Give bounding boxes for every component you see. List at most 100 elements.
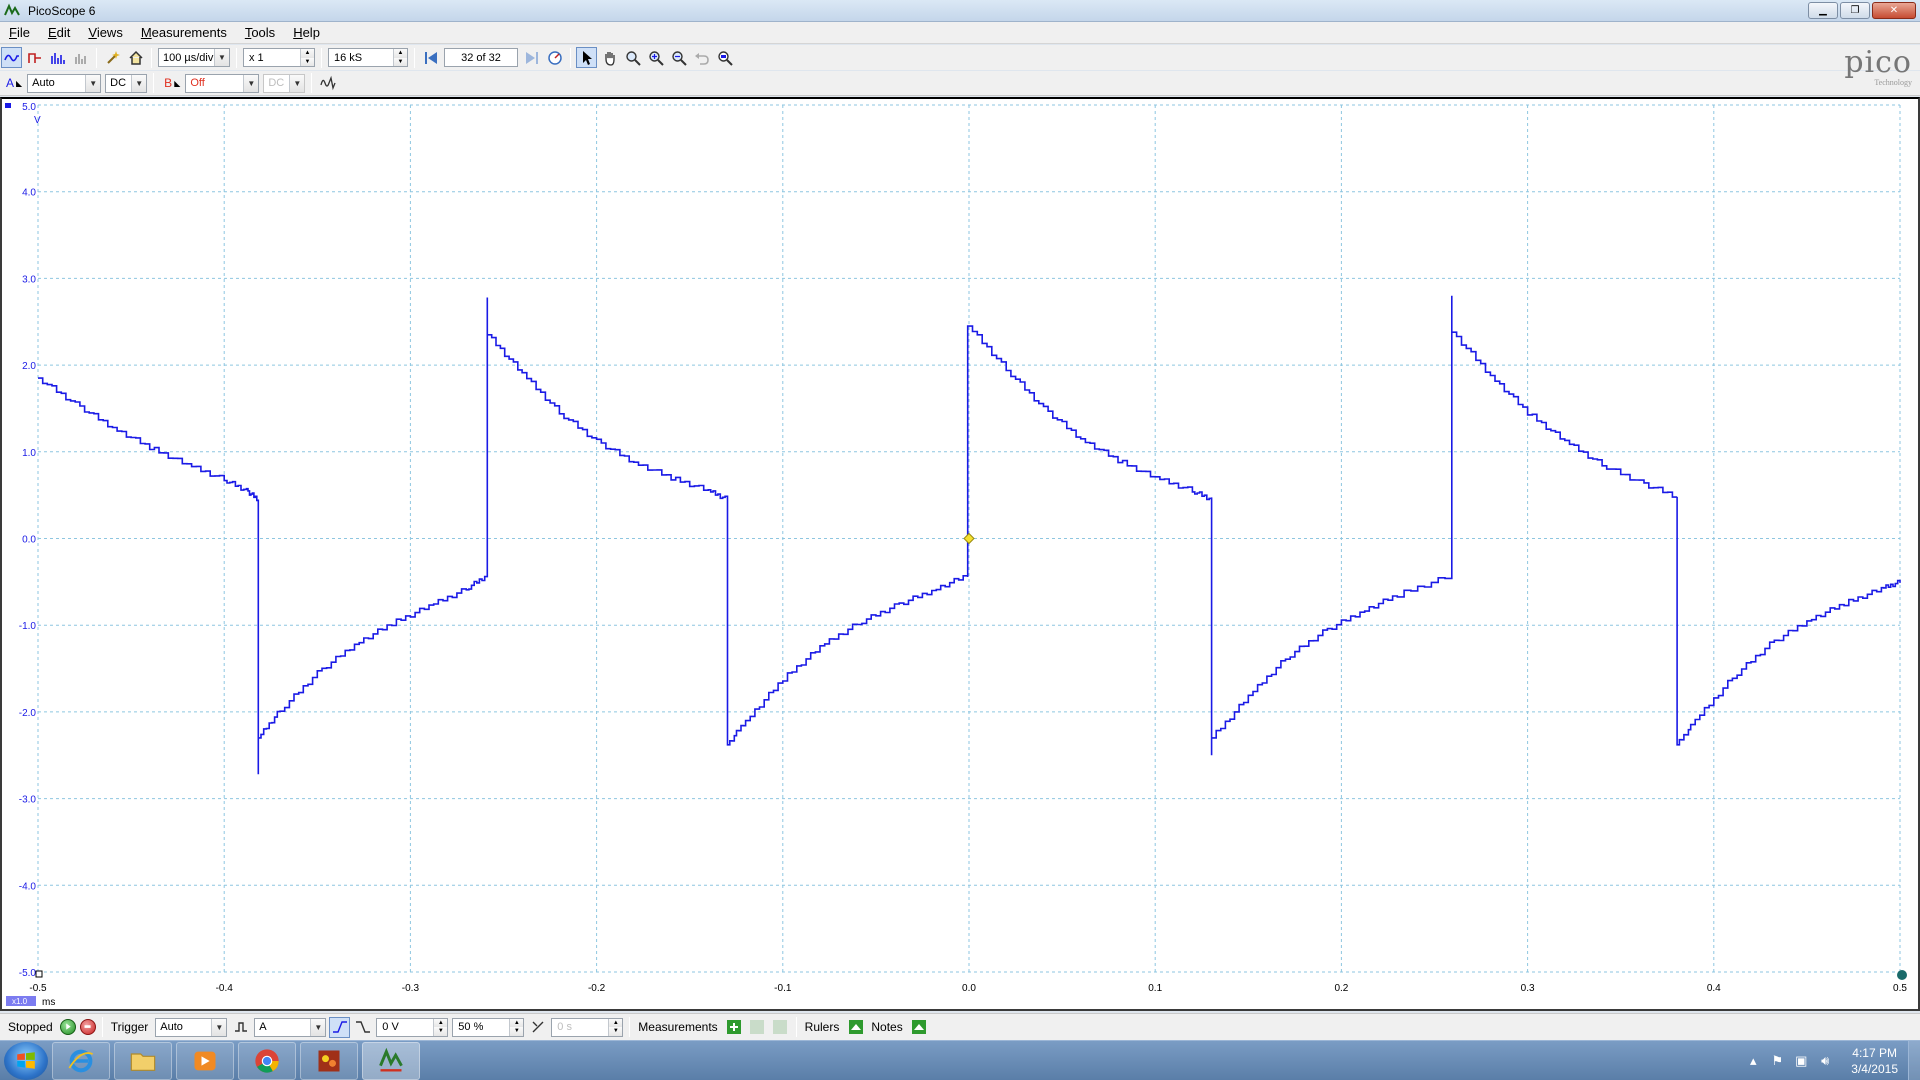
delay-stepper[interactable]: 0 s ▲ ▼: [551, 1017, 624, 1037]
trigger-level-stepper[interactable]: 0 V ▲ ▼: [376, 1017, 449, 1037]
zoom-out-button[interactable]: [668, 47, 689, 68]
scope-view[interactable]: 5.0 4.0 3.0 2.0 1.0 0.0 -1.0 -2.0 -3.0 -4.0 -5.0 -…: [0, 97, 1920, 1011]
spin-up-icon[interactable]: ▲: [394, 49, 407, 58]
channel-b-options-button[interactable]: B ◣: [164, 76, 180, 90]
zoom-stepper[interactable]: x 1 ▲ ▼: [243, 48, 315, 67]
menu-accelerator-key: H: [293, 25, 303, 40]
spin-up-icon[interactable]: ▲: [434, 1018, 448, 1027]
timebase-select[interactable]: 100 µs/div ▼: [158, 48, 230, 67]
play-icon: [65, 1023, 71, 1030]
close-icon: ✕: [1889, 5, 1899, 16]
spectrum-persistence-button[interactable]: [70, 47, 91, 68]
chevron-down-icon: ▼: [310, 1018, 326, 1036]
rulers-button[interactable]: [845, 1017, 866, 1038]
internet-explorer-icon: [68, 1049, 93, 1072]
notes-button[interactable]: [909, 1017, 930, 1038]
y-tick-label: 1.0: [22, 448, 36, 459]
select-tool-button[interactable]: [576, 47, 597, 68]
delete-measurement-button[interactable]: [770, 1017, 791, 1038]
close-button[interactable]: ✕: [1872, 2, 1916, 19]
spin-down-icon[interactable]: ▼: [434, 1027, 448, 1036]
undo-zoom-button[interactable]: [691, 47, 712, 68]
buffer-overview-button[interactable]: [544, 47, 565, 68]
zoom-in-button[interactable]: [645, 47, 666, 68]
zoom-handle[interactable]: [35, 970, 43, 978]
axis-origin-handle[interactable]: [1897, 970, 1907, 980]
zoom-area-button[interactable]: [622, 47, 643, 68]
auto-setup-button[interactable]: [102, 47, 123, 68]
post-trigger-delay-button[interactable]: [527, 1017, 548, 1038]
trigger-mode-select[interactable]: Auto ▼: [155, 1017, 228, 1037]
menu-file[interactable]: File: [0, 25, 39, 40]
trigger-source-select[interactable]: A ▼: [254, 1017, 327, 1037]
spin-up-icon[interactable]: ▲: [510, 1018, 524, 1027]
taskbar-file-explorer[interactable]: [114, 1041, 172, 1080]
undo-icon: [694, 52, 709, 65]
spectrum-mode-button[interactable]: [47, 47, 68, 68]
falling-edge-icon: [355, 1021, 370, 1033]
start-button-windows[interactable]: [4, 1041, 48, 1080]
default-setup-button[interactable]: [125, 47, 146, 68]
taskbar-clock[interactable]: 4:17 PM 3/4/2015: [1851, 1045, 1898, 1077]
edit-measurement-button[interactable]: [747, 1017, 768, 1038]
add-measurement-button[interactable]: [724, 1017, 745, 1038]
channel-b-range-select[interactable]: Off ▼: [185, 73, 260, 93]
action-center-flag-icon[interactable]: ⚑: [1768, 1053, 1786, 1069]
spin-down-icon[interactable]: ▼: [394, 57, 407, 66]
taskbar-media-player[interactable]: [176, 1041, 234, 1080]
pretrigger-stepper[interactable]: 50 % ▲ ▼: [452, 1017, 525, 1037]
samples-stepper[interactable]: 16 kS ▲ ▼: [328, 48, 408, 67]
spin-up-icon[interactable]: ▲: [609, 1018, 623, 1027]
axis-handle-icon[interactable]: [5, 103, 11, 108]
channel-a-coupling-select[interactable]: DC ▼: [105, 73, 148, 93]
buffer-navigator[interactable]: 32 of 32: [444, 48, 518, 67]
signal-generator-button[interactable]: [317, 73, 338, 94]
channel-a-options-button[interactable]: A ◣: [6, 76, 22, 90]
channel-b-coupling-select[interactable]: DC ▼: [263, 73, 306, 93]
scope-graph[interactable]: 5.0 4.0 3.0 2.0 1.0 0.0 -1.0 -2.0 -3.0 -4.0 -5.0 -…: [2, 99, 1918, 1009]
next-buffer-button[interactable]: [521, 47, 542, 68]
persistence-mode-button[interactable]: [24, 47, 45, 68]
menu-tools[interactable]: Tools: [236, 25, 284, 40]
channel-options-icon: ◣: [174, 78, 181, 88]
title-bar: PicoScope 6 ▁ ❐ ✕: [0, 0, 1920, 22]
y-tick-label: 5.0: [22, 102, 36, 113]
spin-down-icon[interactable]: ▼: [510, 1027, 524, 1036]
scope-mode-button[interactable]: [1, 47, 22, 68]
edit-icon: [750, 1020, 765, 1034]
zoom-overview-button[interactable]: [714, 47, 735, 68]
x-tick-label: 0.4: [1707, 983, 1721, 994]
taskbar-picoscope[interactable]: [362, 1041, 420, 1080]
restore-button[interactable]: ❐: [1840, 2, 1870, 19]
windows-logo-icon: [17, 1051, 35, 1069]
status-bar: Stopped Trigger Auto ▼ A ▼ 0 V ▲ ▼ 50 % ▲…: [0, 1013, 1920, 1040]
menu-views[interactable]: Views: [79, 25, 131, 40]
stop-button[interactable]: [79, 1019, 96, 1035]
taskbar-chrome[interactable]: [238, 1041, 296, 1080]
rising-edge-button[interactable]: [329, 1016, 351, 1038]
trigger-marker[interactable]: [963, 532, 975, 545]
spin-up-icon[interactable]: ▲: [301, 49, 314, 58]
taskbar-paint-app[interactable]: [300, 1041, 358, 1080]
taskbar-internet-explorer[interactable]: [52, 1041, 110, 1080]
y-tick-label: 3.0: [22, 274, 36, 285]
y-tick-label: -4.0: [19, 881, 37, 892]
falling-edge-button[interactable]: [352, 1017, 373, 1038]
show-hidden-icons-icon[interactable]: ▴: [1744, 1053, 1762, 1069]
spin-down-icon[interactable]: ▼: [301, 57, 314, 66]
spin-down-icon[interactable]: ▼: [609, 1027, 623, 1036]
channel-a-range-select[interactable]: Auto ▼: [27, 73, 102, 93]
home-icon: [128, 50, 143, 65]
previous-buffer-button[interactable]: [420, 47, 441, 68]
menu-help[interactable]: Help: [284, 25, 329, 40]
advanced-trigger-button[interactable]: [230, 1017, 251, 1038]
menu-edit[interactable]: Edit: [39, 25, 79, 40]
volume-icon[interactable]: 🔊︎: [1816, 1053, 1834, 1069]
network-icon[interactable]: ▣: [1792, 1053, 1810, 1069]
picoscope-app-icon: [4, 3, 20, 15]
hand-tool-button[interactable]: [599, 47, 620, 68]
show-desktop-button[interactable]: [1908, 1041, 1920, 1080]
menu-measurements[interactable]: Measurements: [132, 25, 236, 40]
minimize-button[interactable]: ▁: [1808, 2, 1838, 19]
start-button[interactable]: [59, 1019, 76, 1035]
